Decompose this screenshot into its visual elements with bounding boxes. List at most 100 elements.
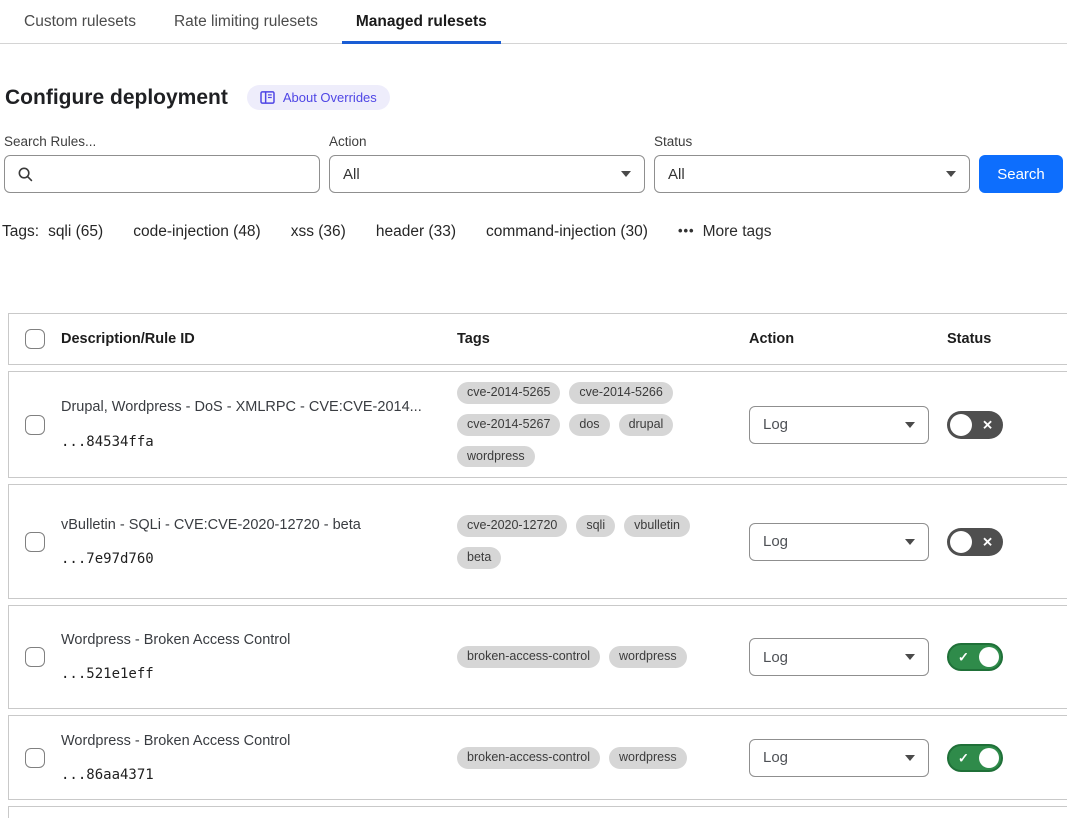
action-filter-value: All (343, 166, 360, 183)
table-row: Drupal, Wordpress - DoS - XMLRPC - CVE:C… (8, 371, 1067, 478)
tag-filter[interactable]: sqli (65) (48, 223, 103, 241)
action-select-value: Log (763, 649, 788, 666)
table-row (8, 806, 1067, 818)
column-status: Status (939, 331, 1067, 347)
tag-pill: cve-2014-5265 (457, 382, 560, 404)
action-select[interactable]: Log (749, 739, 929, 777)
rule-action-cell: Log (741, 638, 939, 676)
status-toggle[interactable]: ✓ (947, 643, 1003, 671)
filter-bar: Search Rules... Action All Status All (4, 134, 1067, 193)
tag-filter[interactable]: code-injection (48) (133, 223, 261, 241)
chevron-down-icon (621, 171, 631, 177)
tab-custom-rulesets[interactable]: Custom rulesets (10, 1, 150, 44)
tag-pill: beta (457, 547, 501, 569)
toggle-state-icon: ✕ (982, 535, 993, 548)
rule-description: vBulletin - SQLi - CVE:CVE-2020-12720 - … (61, 517, 449, 534)
tag-pill: vbulletin (624, 515, 690, 537)
rule-tags: cve-2014-5265 cve-2014-5266 cve-2014-5267 d… (449, 372, 727, 477)
toggle-knob (950, 531, 972, 553)
action-select[interactable]: Log (749, 523, 929, 561)
rule-id: ...7e97d760 (61, 551, 449, 567)
action-select-value: Log (763, 749, 788, 766)
rule-description: Wordpress - Broken Access Control (61, 733, 449, 750)
action-select-value: Log (763, 416, 788, 433)
search-button[interactable]: Search (979, 155, 1063, 193)
rule-description: Wordpress - Broken Access Control (61, 632, 449, 649)
rule-tags: broken-access-control wordpress (449, 737, 727, 779)
toggle-state-icon: ✓ (958, 751, 969, 764)
rule-id: ...84534ffa (61, 434, 449, 450)
page-title: Configure deployment (5, 86, 228, 110)
tag-filter[interactable]: command-injection (30) (486, 223, 648, 241)
tag-pill: wordpress (609, 747, 687, 769)
row-checkbox[interactable] (25, 532, 45, 552)
table-header-row: Description/Rule ID Tags Action Status (8, 313, 1067, 365)
page-header: Configure deployment About Overrides (5, 85, 1067, 110)
more-tags-ellipsis-icon: ••• (678, 223, 695, 238)
header-checkbox-cell (17, 329, 53, 349)
toggle-state-icon: ✓ (958, 651, 969, 664)
tab-rate-limiting-rulesets[interactable]: Rate limiting rulesets (160, 1, 332, 44)
tag-pill: cve-2014-5266 (569, 382, 672, 404)
tag-pill: dos (569, 414, 609, 436)
column-action: Action (741, 331, 939, 347)
table-row: vBulletin - SQLi - CVE:CVE-2020-12720 - … (8, 484, 1067, 599)
status-toggle[interactable]: ✓ (947, 744, 1003, 772)
more-tags-label: More tags (703, 223, 772, 241)
status-toggle[interactable]: ✕ (947, 411, 1003, 439)
column-tags: Tags (449, 331, 741, 347)
toggle-knob (950, 414, 972, 436)
status-toggle[interactable]: ✕ (947, 528, 1003, 556)
row-checkbox-cell (17, 532, 53, 552)
status-filter-select[interactable]: All (654, 155, 970, 193)
row-checkbox[interactable] (25, 415, 45, 435)
tags-bar-label: Tags: (2, 223, 39, 241)
status-filter-field: Status All (654, 134, 970, 193)
tag-pill: wordpress (609, 646, 687, 668)
rule-description-cell: vBulletin - SQLi - CVE:CVE-2020-12720 - … (53, 517, 449, 567)
chevron-down-icon (905, 755, 915, 761)
row-checkbox[interactable] (25, 647, 45, 667)
rule-description-cell: Drupal, Wordpress - DoS - XMLRPC - CVE:C… (53, 399, 449, 449)
row-checkbox[interactable] (25, 748, 45, 768)
action-select[interactable]: Log (749, 638, 929, 676)
tag-pill: sqli (576, 515, 615, 537)
tag-pill: drupal (619, 414, 674, 436)
more-tags-button[interactable]: ••• More tags (678, 223, 772, 241)
toggle-knob (979, 647, 999, 667)
tag-pill: cve-2014-5267 (457, 414, 560, 436)
rule-tags: broken-access-control wordpress (449, 636, 727, 678)
action-filter-field: Action All (329, 134, 645, 193)
search-rules-field: Search Rules... (4, 134, 320, 193)
action-filter-select[interactable]: All (329, 155, 645, 193)
rule-action-cell: Log (741, 739, 939, 777)
rule-description-cell: Wordpress - Broken Access Control ...86a… (53, 733, 449, 783)
row-checkbox-cell (17, 647, 53, 667)
toggle-knob (979, 748, 999, 768)
chevron-down-icon (946, 171, 956, 177)
tag-filter[interactable]: xss (36) (291, 223, 346, 241)
about-overrides-label: About Overrides (283, 90, 377, 105)
action-filter-label: Action (329, 134, 645, 149)
tag-pill: broken-access-control (457, 747, 600, 769)
rule-description: Drupal, Wordpress - DoS - XMLRPC - CVE:C… (61, 399, 449, 416)
rule-description-cell: Wordpress - Broken Access Control ...521… (53, 632, 449, 682)
action-select[interactable]: Log (749, 406, 929, 444)
tag-filter[interactable]: header (33) (376, 223, 456, 241)
chevron-down-icon (905, 422, 915, 428)
rule-tags: cve-2020-12720sqlivbulletinbeta (449, 505, 727, 579)
select-all-checkbox[interactable] (25, 329, 45, 349)
rules-table: Description/Rule ID Tags Action Status D… (8, 313, 1067, 818)
row-checkbox-cell (17, 415, 53, 435)
tags-bar: Tags: sqli (65) code-injection (48) xss (3… (2, 223, 1067, 241)
chevron-down-icon (905, 654, 915, 660)
rule-status-cell: ✕ (939, 411, 1067, 439)
tab-managed-rulesets[interactable]: Managed rulesets (342, 1, 501, 44)
search-input-box[interactable] (4, 155, 320, 193)
toggle-state-icon: ✕ (982, 418, 993, 431)
about-overrides-badge[interactable]: About Overrides (247, 85, 390, 110)
row-checkbox-cell (17, 748, 53, 768)
ruleset-tabs: Custom rulesetsRate limiting rulesetsMan… (0, 0, 1067, 44)
tag-pill: broken-access-control (457, 646, 600, 668)
search-input[interactable] (43, 166, 307, 183)
